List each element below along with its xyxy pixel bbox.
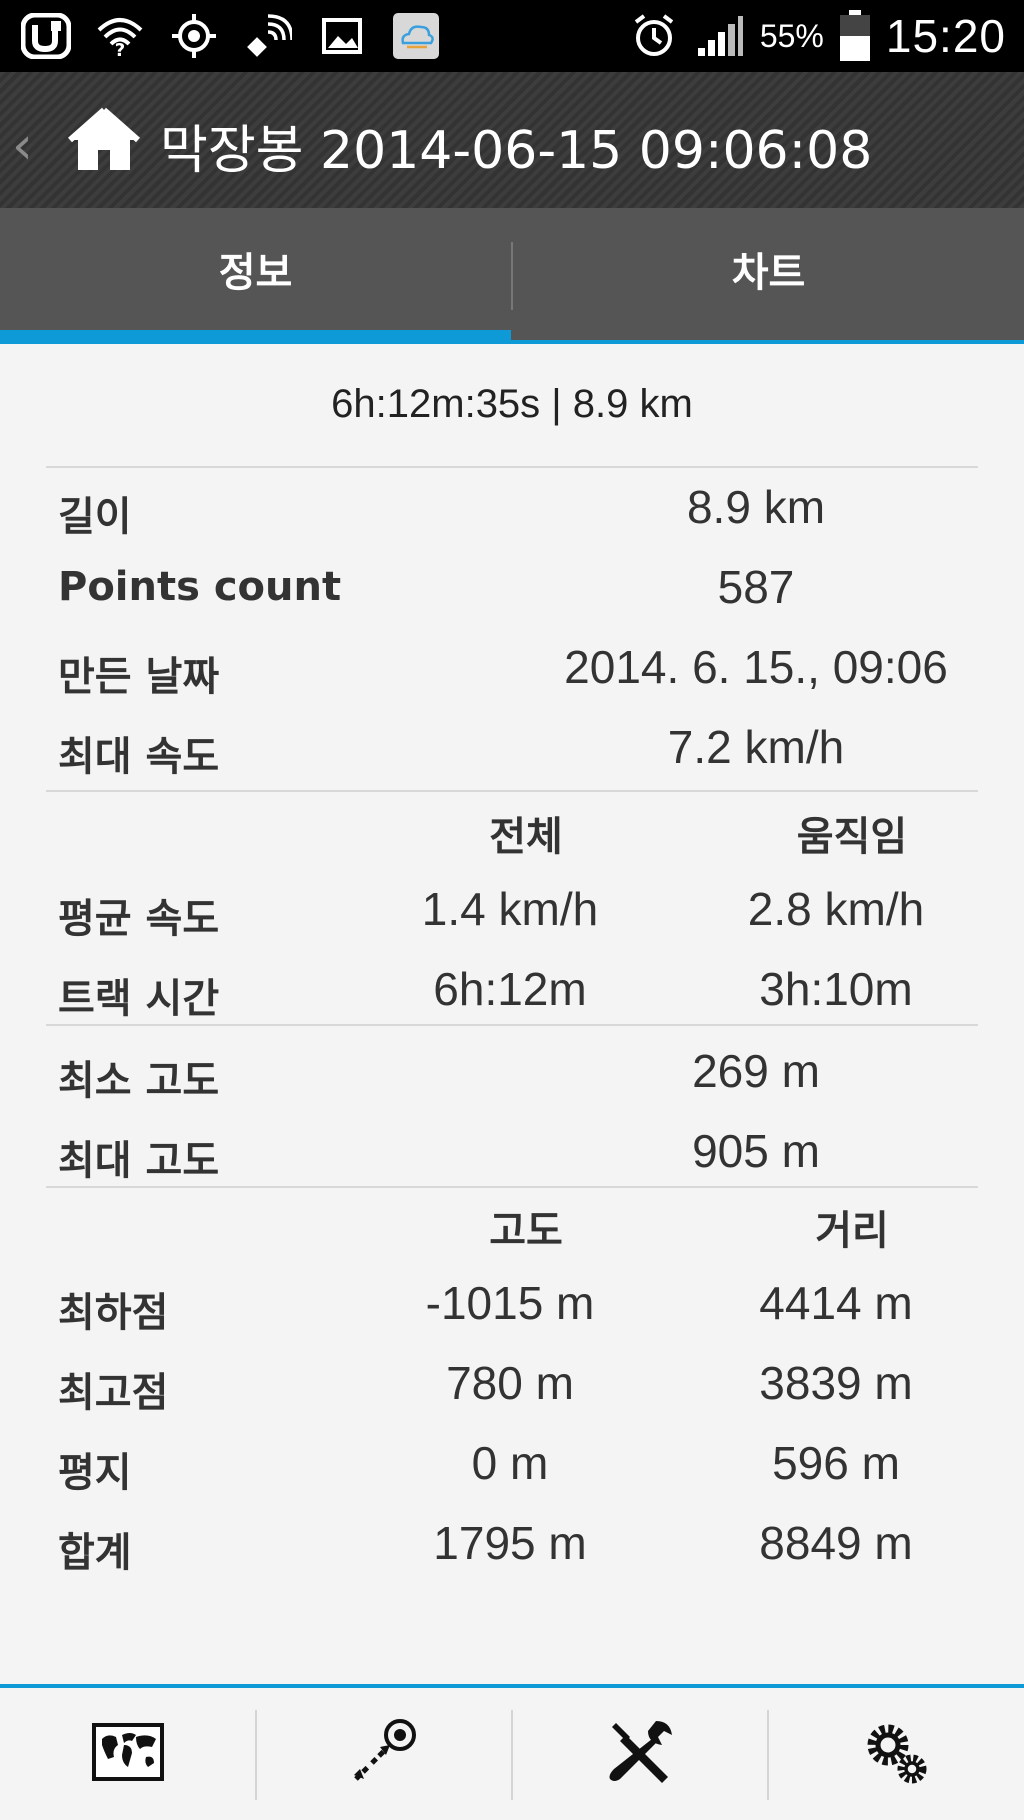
stat-label: 최대 속도	[58, 734, 220, 780]
stat-row-created: 만든 날짜 2014. 6. 15., 09:06	[0, 630, 1024, 710]
divider	[46, 466, 978, 468]
track-summary: 6h:12m:35s | 8.9 km	[331, 382, 693, 426]
stat-row-total: 합계 1795 m 8849 m	[0, 1506, 1024, 1586]
stat-row-ascent: 최고점 780 m 3839 m	[0, 1346, 1024, 1426]
chevron-left-icon[interactable]: ‹	[12, 116, 33, 176]
image-icon	[316, 10, 368, 62]
world-map-icon	[91, 1723, 164, 1785]
stat-row-descent: 최하점 -1015 m 4414 m	[0, 1266, 1024, 1346]
stat-label: 합계	[58, 1530, 132, 1576]
stat-label: 최대 고도	[58, 1138, 220, 1184]
stat-value-altitude: -1015 m	[425, 1277, 595, 1329]
action-bar: ‹ 막장봉 2014-06-15 09:06:08	[0, 72, 1024, 208]
svg-text:?: ?	[115, 40, 125, 58]
stat-value-distance: 596 m	[772, 1437, 900, 1489]
tools-button[interactable]	[513, 1688, 768, 1820]
stat-label: 평지	[58, 1450, 132, 1496]
clock: 15:20	[885, 10, 1006, 62]
stat-label: 최고점	[58, 1370, 169, 1416]
stat-value: 587	[717, 561, 795, 613]
column-header-moving: 움직임	[796, 814, 908, 860]
tools-icon	[606, 1717, 676, 1791]
stat-label: 평균 속도	[58, 896, 220, 942]
track-info-panel: 6h:12m:35s | 8.9 km 길이 8.9 km Points cou…	[0, 344, 1024, 1684]
stat-label: 만든 날짜	[58, 654, 220, 700]
stat-row-flat: 평지 0 m 596 m	[0, 1426, 1024, 1506]
stat-row-avg-speed: 평균 속도 1.4 km/h 2.8 km/h	[0, 872, 1024, 952]
column-header-distance: 거리	[815, 1208, 889, 1254]
stat-value: 7.2 km/h	[667, 721, 845, 773]
map-button[interactable]	[0, 1688, 255, 1820]
stat-value-distance: 3839 m	[759, 1357, 913, 1409]
signal-icon	[694, 10, 746, 62]
column-header-total: 전체	[489, 814, 563, 860]
stat-row-max-speed: 최대 속도 7.2 km/h	[0, 710, 1024, 790]
stat-label: 트랙 시간	[58, 976, 220, 1022]
stat-row-points: Points count 587	[0, 550, 1024, 630]
stat-value: 269 m	[692, 1045, 820, 1097]
stat-value-total: 6h:12m	[433, 963, 587, 1015]
page-title: 막장봉 2014-06-15 09:06:08	[160, 121, 873, 181]
stat-row-min-altitude: 최소 고도 269 m	[0, 1034, 1024, 1114]
tab-active-indicator	[0, 330, 511, 344]
stat-label: 최소 고도	[58, 1058, 220, 1104]
navigate-button[interactable]	[257, 1688, 512, 1820]
stat-row-length: 길이 8.9 km	[0, 470, 1024, 550]
stat-value: 905 m	[692, 1125, 820, 1177]
stat-value: 8.9 km	[686, 481, 826, 533]
stat-value-distance: 4414 m	[759, 1277, 913, 1329]
stat-label: Points count	[58, 564, 342, 610]
status-bar: ? 55% 15:20	[0, 0, 1024, 72]
stat-row-track-time: 트랙 시간 6h:12m 3h:10m	[0, 952, 1024, 1032]
elevation-table-header: 고도 거리	[0, 1186, 1024, 1266]
stat-value-altitude: 780 m	[446, 1357, 574, 1409]
stat-row-max-altitude: 최대 고도 905 m	[0, 1114, 1024, 1194]
battery-icon	[838, 10, 872, 62]
column-header-altitude: 고도	[489, 1208, 563, 1254]
settings-button[interactable]	[769, 1688, 1024, 1820]
speed-table-header: 전체 움직임	[0, 792, 1024, 872]
bottom-toolbar	[0, 1684, 1024, 1820]
tab-chart[interactable]: 차트	[513, 208, 1024, 344]
u-plus-icon	[20, 10, 72, 62]
route-target-icon	[350, 1717, 420, 1791]
alarm-icon	[628, 10, 680, 62]
settings-gears-icon	[862, 1717, 932, 1791]
stat-label: 최하점	[58, 1290, 169, 1336]
stat-value-altitude: 1795 m	[433, 1517, 587, 1569]
satellite-icon	[242, 10, 294, 62]
divider	[46, 1024, 978, 1026]
tab-bar: 정보 차트	[0, 208, 1024, 344]
stat-value-distance: 8849 m	[759, 1517, 913, 1569]
stat-value-moving: 2.8 km/h	[747, 883, 925, 935]
home-icon[interactable]	[68, 106, 140, 174]
stat-value-altitude: 0 m	[471, 1437, 549, 1489]
weather-cloud-icon	[390, 10, 442, 62]
stat-value-total: 1.4 km/h	[421, 883, 599, 935]
stat-value: 2014. 6. 15., 09:06	[564, 641, 948, 693]
tab-info[interactable]: 정보	[0, 208, 511, 344]
gps-icon	[168, 10, 220, 62]
stat-value-moving: 3h:10m	[759, 963, 913, 1015]
stat-label: 길이	[58, 494, 132, 540]
battery-percent: 55%	[759, 17, 824, 54]
wifi-question-icon: ?	[94, 10, 146, 62]
